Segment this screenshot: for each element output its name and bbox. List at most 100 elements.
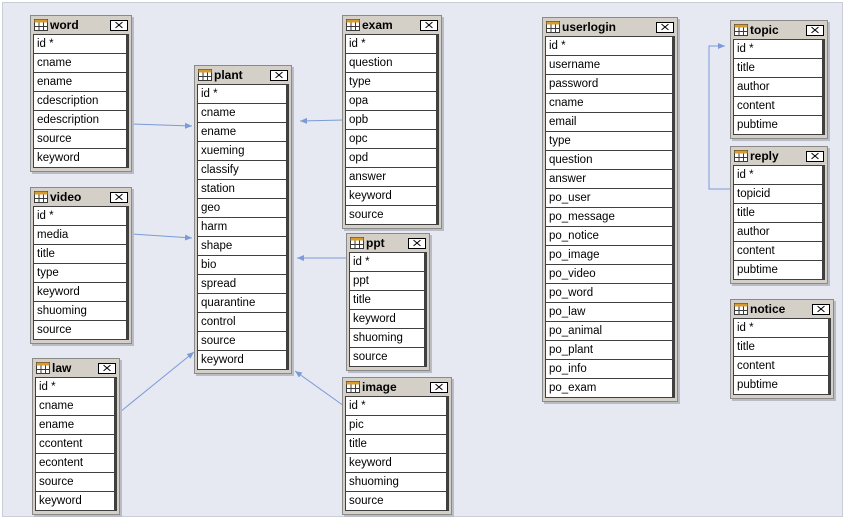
close-icon[interactable] bbox=[98, 362, 116, 374]
column-source[interactable]: source bbox=[346, 492, 446, 510]
column-id[interactable]: id * bbox=[36, 378, 114, 397]
close-icon[interactable] bbox=[408, 237, 426, 249]
column-source[interactable]: source bbox=[346, 206, 436, 224]
column-bio[interactable]: bio bbox=[198, 256, 286, 275]
column-source[interactable]: source bbox=[350, 348, 424, 366]
column-station[interactable]: station bbox=[198, 180, 286, 199]
column-content[interactable]: content bbox=[734, 97, 822, 116]
table-header[interactable]: exam bbox=[343, 16, 441, 34]
column-title[interactable]: title bbox=[734, 204, 822, 223]
column-content[interactable]: content bbox=[734, 357, 828, 376]
column-source[interactable]: source bbox=[36, 473, 114, 492]
column-cname[interactable]: cname bbox=[546, 94, 672, 113]
column-title[interactable]: title bbox=[346, 435, 446, 454]
column-cname[interactable]: cname bbox=[34, 54, 126, 73]
column-econtent[interactable]: econtent bbox=[36, 454, 114, 473]
column-question[interactable]: question bbox=[546, 151, 672, 170]
table-header[interactable]: video bbox=[31, 188, 131, 206]
column-shuoming[interactable]: shuoming bbox=[346, 473, 446, 492]
column-question[interactable]: question bbox=[346, 54, 436, 73]
column-shuoming[interactable]: shuoming bbox=[34, 302, 126, 321]
column-quarantine[interactable]: quarantine bbox=[198, 294, 286, 313]
close-icon[interactable] bbox=[656, 21, 674, 33]
close-icon[interactable] bbox=[110, 19, 128, 31]
column-po-exam[interactable]: po_exam bbox=[546, 379, 672, 397]
column-opd[interactable]: opd bbox=[346, 149, 436, 168]
column-source[interactable]: source bbox=[198, 332, 286, 351]
column-classify[interactable]: classify bbox=[198, 161, 286, 180]
table-header[interactable]: reply bbox=[731, 147, 827, 165]
column-keyword[interactable]: keyword bbox=[350, 310, 424, 329]
column-keyword[interactable]: keyword bbox=[346, 187, 436, 206]
column-ename[interactable]: ename bbox=[34, 73, 126, 92]
column-id[interactable]: id * bbox=[350, 253, 424, 272]
column-title[interactable]: title bbox=[350, 291, 424, 310]
column-xueming[interactable]: xueming bbox=[198, 142, 286, 161]
column-media[interactable]: media bbox=[34, 226, 126, 245]
table-header[interactable]: word bbox=[31, 16, 131, 34]
close-icon[interactable] bbox=[270, 69, 288, 81]
column-keyword[interactable]: keyword bbox=[198, 351, 286, 369]
table-header[interactable]: plant bbox=[195, 66, 291, 84]
column-source[interactable]: source bbox=[34, 321, 126, 339]
table-word[interactable]: word id * cname ename cdescription edesc… bbox=[30, 15, 132, 172]
column-ccontent[interactable]: ccontent bbox=[36, 435, 114, 454]
table-notice[interactable]: notice id * title content pubtime bbox=[730, 299, 834, 399]
column-spread[interactable]: spread bbox=[198, 275, 286, 294]
column-po-info[interactable]: po_info bbox=[546, 360, 672, 379]
table-header[interactable]: topic bbox=[731, 21, 827, 39]
column-shuoming[interactable]: shuoming bbox=[350, 329, 424, 348]
table-header[interactable]: userlogin bbox=[543, 18, 677, 36]
table-topic[interactable]: topic id * title author content pubtime bbox=[730, 20, 828, 139]
column-keyword[interactable]: keyword bbox=[36, 492, 114, 510]
column-id[interactable]: id * bbox=[346, 397, 446, 416]
close-icon[interactable] bbox=[806, 24, 824, 36]
column-po-plant[interactable]: po_plant bbox=[546, 341, 672, 360]
column-content[interactable]: content bbox=[734, 242, 822, 261]
table-header[interactable]: ppt bbox=[347, 234, 429, 252]
column-title[interactable]: title bbox=[734, 59, 822, 78]
column-po-message[interactable]: po_message bbox=[546, 208, 672, 227]
column-id[interactable]: id * bbox=[346, 35, 436, 54]
column-author[interactable]: author bbox=[734, 223, 822, 242]
column-opa[interactable]: opa bbox=[346, 92, 436, 111]
column-po-image[interactable]: po_image bbox=[546, 246, 672, 265]
column-username[interactable]: username bbox=[546, 56, 672, 75]
column-opb[interactable]: opb bbox=[346, 111, 436, 130]
column-cname[interactable]: cname bbox=[36, 397, 114, 416]
column-pubtime[interactable]: pubtime bbox=[734, 376, 828, 394]
column-password[interactable]: password bbox=[546, 75, 672, 94]
column-type[interactable]: type bbox=[346, 73, 436, 92]
column-topicid[interactable]: topicid bbox=[734, 185, 822, 204]
column-control[interactable]: control bbox=[198, 313, 286, 332]
column-po-law[interactable]: po_law bbox=[546, 303, 672, 322]
column-pubtime[interactable]: pubtime bbox=[734, 261, 822, 279]
column-id[interactable]: id * bbox=[734, 40, 822, 59]
column-pubtime[interactable]: pubtime bbox=[734, 116, 822, 134]
close-icon[interactable] bbox=[430, 381, 448, 393]
table-image[interactable]: image id * pic title keyword shuoming so… bbox=[342, 377, 452, 515]
column-ename[interactable]: ename bbox=[36, 416, 114, 435]
table-plant[interactable]: plant id * cname ename xueming classify … bbox=[194, 65, 292, 374]
table-header[interactable]: image bbox=[343, 378, 451, 396]
column-cdescription[interactable]: cdescription bbox=[34, 92, 126, 111]
column-ppt[interactable]: ppt bbox=[350, 272, 424, 291]
table-userlogin[interactable]: userlogin id * username password cname e… bbox=[542, 17, 678, 402]
column-title[interactable]: title bbox=[734, 338, 828, 357]
column-id[interactable]: id * bbox=[734, 166, 822, 185]
column-keyword[interactable]: keyword bbox=[346, 454, 446, 473]
column-po-notice[interactable]: po_notice bbox=[546, 227, 672, 246]
column-harm[interactable]: harm bbox=[198, 218, 286, 237]
column-po-animal[interactable]: po_animal bbox=[546, 322, 672, 341]
close-icon[interactable] bbox=[812, 303, 830, 315]
close-icon[interactable] bbox=[420, 19, 438, 31]
column-po-user[interactable]: po_user bbox=[546, 189, 672, 208]
column-ename[interactable]: ename bbox=[198, 123, 286, 142]
column-email[interactable]: email bbox=[546, 113, 672, 132]
column-cname[interactable]: cname bbox=[198, 104, 286, 123]
column-opc[interactable]: opc bbox=[346, 130, 436, 149]
table-header[interactable]: notice bbox=[731, 300, 833, 318]
column-edescription[interactable]: edescription bbox=[34, 111, 126, 130]
column-answer[interactable]: answer bbox=[546, 170, 672, 189]
close-icon[interactable] bbox=[806, 150, 824, 162]
